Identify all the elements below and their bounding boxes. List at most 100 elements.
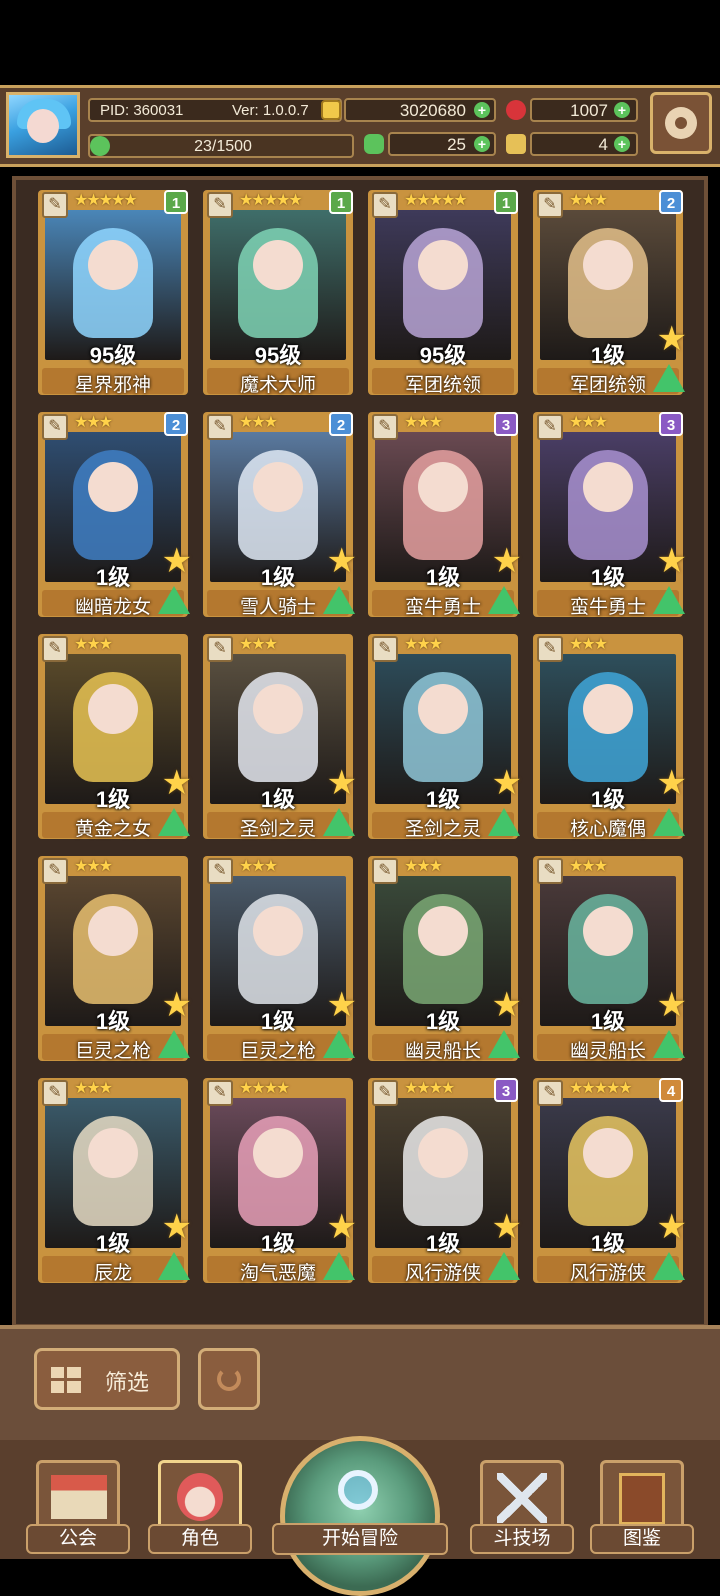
upgrade-arrow-icon: [323, 1252, 355, 1280]
star-rating: ★★★★★: [569, 1080, 633, 1097]
character-name: 星界邪神: [74, 375, 151, 396]
key-amount: 4: [598, 135, 608, 154]
rank-badge: 3: [494, 1078, 518, 1102]
ruby-gem-icon: [506, 100, 526, 120]
upgrade-arrow-icon: [158, 1252, 190, 1280]
avatar-face: [27, 109, 59, 143]
portrait-head: [253, 240, 303, 290]
star-rating: ★★★: [404, 636, 443, 653]
upgrade-star-icon: ★: [656, 764, 687, 802]
portrait-head: [418, 1128, 468, 1178]
upgrade-star-icon: ★: [491, 986, 522, 1024]
nav-arena-label: 斗技场: [470, 1524, 574, 1554]
upgrade-star-icon: ★: [161, 986, 192, 1024]
character-card[interactable]: ✎ ★★★★★ 1 95级 星界邪神: [38, 190, 188, 400]
add-key-icon[interactable]: +: [614, 136, 630, 152]
clover-icon: [364, 134, 384, 154]
character-card[interactable]: ✎ ★★★ 1级 幽灵船长 ★: [533, 856, 687, 1066]
class-icon: ✎: [42, 414, 68, 440]
portrait-head: [88, 240, 138, 290]
character-card[interactable]: ✎ ★★★ 1级 圣剑之灵 ★: [368, 634, 522, 844]
character-card[interactable]: ✎ ★★★ 1级 辰龙 ★: [38, 1078, 192, 1288]
nav-codex[interactable]: 图鉴: [590, 1460, 694, 1556]
nav-guild[interactable]: 公会: [26, 1460, 130, 1556]
character-card[interactable]: ✎ ★★★★★ 1 95级 军团统领: [368, 190, 518, 400]
refresh-button[interactable]: [198, 1348, 260, 1410]
character-card[interactable]: ✎ ★★★ 1级 巨灵之枪 ★: [203, 856, 357, 1066]
rank-badge: 2: [659, 190, 683, 214]
filter-button[interactable]: 筛选: [34, 1348, 180, 1410]
class-icon: ✎: [537, 414, 563, 440]
nav-character[interactable]: 角色: [148, 1460, 252, 1556]
add-clover-icon[interactable]: +: [474, 136, 490, 152]
rank-badge: 1: [329, 190, 353, 214]
portrait-head: [88, 1128, 138, 1178]
portrait-head: [88, 462, 138, 512]
class-icon: ✎: [537, 192, 563, 218]
star-rating: ★★★: [239, 636, 278, 653]
portrait-head: [583, 684, 633, 734]
character-card[interactable]: ✎ ★★★ 1级 圣剑之灵 ★: [203, 634, 357, 844]
upgrade-star-icon: ★: [656, 986, 687, 1024]
character-level: 95级: [89, 343, 137, 368]
grid-filter-icon: [51, 1367, 81, 1393]
upgrade-star-icon: ★: [656, 542, 687, 580]
class-icon: ✎: [372, 1080, 398, 1106]
class-icon: ✎: [207, 636, 233, 662]
character-card[interactable]: ✎ ★★★ 2 1级 雪人骑士 ★: [203, 412, 357, 622]
class-icon: ✎: [372, 414, 398, 440]
portrait-head: [88, 684, 138, 734]
upgrade-star-icon: ★: [326, 1208, 357, 1246]
pid-text: PID: 360031: [100, 102, 184, 119]
portrait-head: [253, 684, 303, 734]
character-card[interactable]: ✎ ★★★ 2 1级 幽暗龙女 ★: [38, 412, 192, 622]
character-icon: [177, 1473, 223, 1521]
version-text: Ver: 1.0.0.7: [232, 102, 309, 119]
star-rating: ★★★: [74, 858, 113, 875]
key-icon: [506, 134, 526, 154]
upgrade-star-icon: ★: [326, 986, 357, 1024]
portrait-head: [418, 684, 468, 734]
gear-icon: [665, 107, 697, 139]
guild-house-icon: [51, 1475, 107, 1519]
class-icon: ✎: [42, 858, 68, 884]
stamina-leaf-icon: [90, 136, 110, 156]
character-card[interactable]: ✎ ★★★ 2 1级 军团统领 ★: [533, 190, 687, 400]
character-panel[interactable]: ✎ ★★★★★ 1 95级 星界邪神 ✎ ★★★★★ 1 95级 魔术大师 ✎ ★★★★★ 1 95级 军团…: [12, 176, 708, 1328]
refresh-icon: [217, 1367, 241, 1391]
stamina-bar: 23/1500: [88, 134, 354, 158]
add-gold-icon[interactable]: +: [474, 102, 490, 118]
upgrade-star-icon: ★: [161, 764, 192, 802]
start-adventure-button[interactable]: 开始冒险: [272, 1436, 448, 1596]
character-card[interactable]: ✎ ★★★ 1级 巨灵之枪 ★: [38, 856, 192, 1066]
upgrade-arrow-icon: [158, 808, 190, 836]
character-card[interactable]: ✎ ★★★★ 3 1级 风行游侠 ★: [368, 1078, 522, 1288]
upgrade-arrow-icon: [158, 1030, 190, 1058]
add-gem-icon[interactable]: +: [614, 102, 630, 118]
character-card[interactable]: ✎ ★★★ 1级 黄金之女 ★: [38, 634, 192, 844]
character-card[interactable]: ✎ ★★★★★ 1 95级 魔术大师: [203, 190, 353, 400]
upgrade-arrow-icon: [488, 808, 520, 836]
character-card[interactable]: ✎ ★★★★ 1级 淘气恶魔 ★: [203, 1078, 357, 1288]
character-card[interactable]: ✎ ★★★ 1级 幽灵船长 ★: [368, 856, 522, 1066]
start-adventure-label: 开始冒险: [272, 1523, 448, 1555]
upgrade-star-icon: ★: [656, 320, 687, 358]
star-rating: ★★★: [74, 414, 113, 431]
character-card[interactable]: ✎ ★★★ 1级 核心魔偶 ★: [533, 634, 687, 844]
upgrade-star-icon: ★: [491, 764, 522, 802]
character-card[interactable]: ✎ ★★★ 3 1级 蛮牛勇士 ★: [533, 412, 687, 622]
upgrade-star-icon: ★: [326, 542, 357, 580]
class-icon: ✎: [207, 414, 233, 440]
star-rating: ★★★★: [404, 1080, 455, 1097]
character-card[interactable]: ✎ ★★★★★ 4 1级 风行游侠 ★: [533, 1078, 687, 1288]
player-avatar[interactable]: [6, 92, 80, 158]
star-rating: ★★★: [74, 1080, 113, 1097]
upgrade-star-icon: ★: [326, 764, 357, 802]
nav-arena[interactable]: 斗技场: [470, 1460, 574, 1556]
settings-button[interactable]: [650, 92, 712, 154]
star-rating: ★★★: [569, 192, 608, 209]
character-level: 95级: [419, 343, 467, 368]
character-card[interactable]: ✎ ★★★ 3 1级 蛮牛勇士 ★: [368, 412, 522, 622]
class-icon: ✎: [207, 1080, 233, 1106]
upgrade-star-icon: ★: [161, 542, 192, 580]
